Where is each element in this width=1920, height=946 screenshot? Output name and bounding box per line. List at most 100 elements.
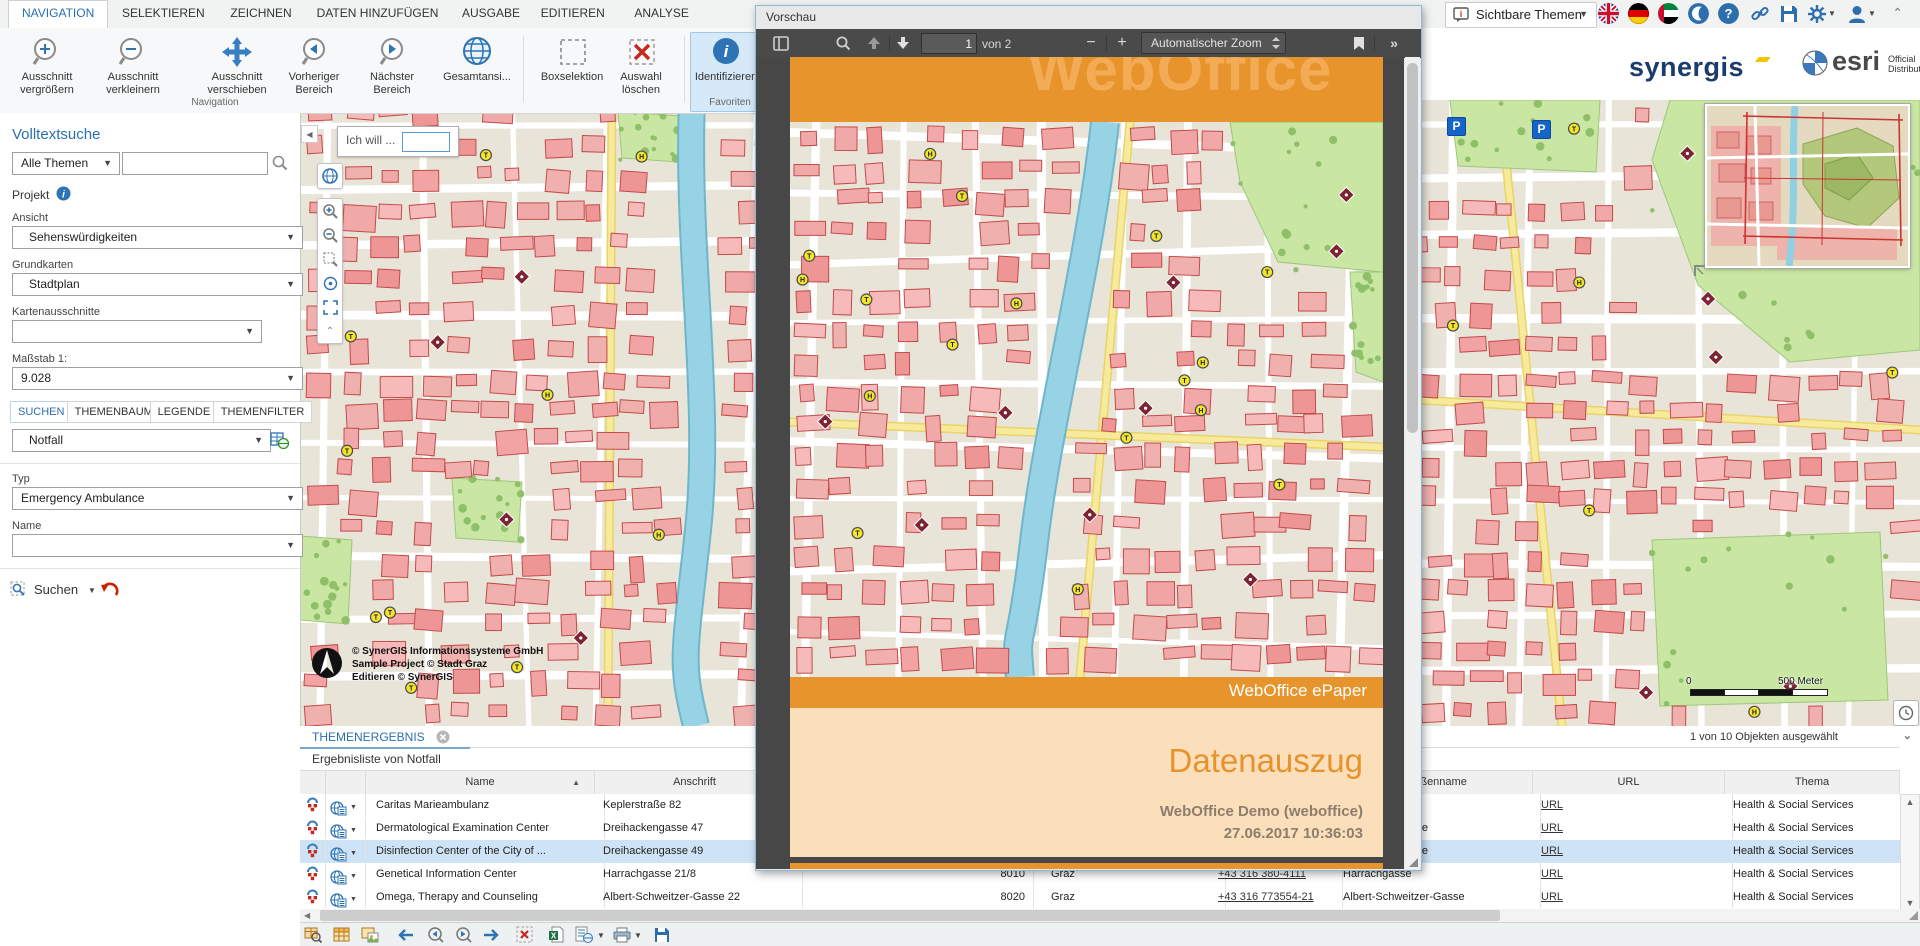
- menu-tab-editieren[interactable]: EDITIEREN: [528, 0, 618, 27]
- cell-iconsi1[interactable]: [300, 817, 326, 839]
- vorschau-dialog[interactable]: Vorschau von 2 − + Automatischer Zoom » …: [755, 5, 1422, 871]
- crescent-icon[interactable]: [1688, 3, 1709, 24]
- table-image-button[interactable]: [360, 925, 380, 944]
- flag-uk-icon[interactable]: [1598, 3, 1619, 24]
- menu-tab-navigation[interactable]: NAVIGATION: [8, 0, 108, 28]
- results-tab[interactable]: THEMENERGEBNIS: [312, 730, 450, 744]
- page-up-button[interactable]: [863, 32, 885, 54]
- name-dropdown[interactable]: ▼: [12, 534, 303, 557]
- results-vscrollbar[interactable]: ▲ ▼: [1900, 794, 1920, 911]
- report-caret-icon[interactable]: ▼: [597, 931, 605, 940]
- zoom-out-button[interactable]: −: [1081, 32, 1101, 54]
- map-center-button[interactable]: [318, 271, 342, 295]
- typ-dropdown[interactable]: Emergency Ambulance▼: [12, 487, 303, 510]
- category-dropdown[interactable]: Notfall▼: [12, 429, 271, 452]
- cell-iconsi2[interactable]: ▼: [326, 886, 366, 908]
- flag-uae-icon[interactable]: [1658, 3, 1679, 24]
- menu-tab-selektieren[interactable]: SELEKTIEREN: [109, 0, 218, 27]
- cell-iconsi1[interactable]: [300, 886, 326, 908]
- flag-germany-icon[interactable]: [1628, 3, 1649, 24]
- column-header-thema[interactable]: Thema: [1725, 770, 1900, 795]
- parking-marker[interactable]: P: [1532, 120, 1551, 139]
- hscroll-thumb[interactable]: [320, 910, 1500, 921]
- kartenausschnitte-dropdown[interactable]: ▼: [12, 320, 262, 343]
- status-chevron-down-icon[interactable]: ⌄: [1903, 729, 1912, 742]
- next-extent-button[interactable]: NächsterBereich: [347, 32, 437, 112]
- cell-iconsi1[interactable]: [300, 840, 326, 862]
- save-icon[interactable]: [1779, 4, 1799, 24]
- pdf-search-button[interactable]: [832, 32, 854, 54]
- map-zoom-box-button[interactable]: [318, 247, 342, 271]
- page-down-button[interactable]: [892, 32, 914, 54]
- user-icon[interactable]: [1847, 4, 1867, 24]
- full-extent-button[interactable]: Gesamtansi...: [432, 32, 522, 112]
- table-row[interactable]: ▼Omega, Therapy and CounselingAlbert-Sch…: [300, 886, 1900, 910]
- dialog-resize-grip[interactable]: [1409, 858, 1418, 867]
- bookmark-button[interactable]: [1349, 32, 1369, 54]
- table-button[interactable]: [331, 925, 351, 944]
- column-header-iconsi2[interactable]: [326, 770, 366, 795]
- row-actions-caret-icon[interactable]: ▼: [350, 889, 357, 908]
- row-actions-caret-icon[interactable]: ▼: [350, 820, 357, 839]
- first-record-button[interactable]: [395, 925, 415, 944]
- row-actions-caret-icon[interactable]: ▼: [350, 866, 357, 885]
- ich-will-box[interactable]: Ich will ...: [337, 126, 459, 157]
- table-zoom-button[interactable]: [303, 925, 323, 944]
- menu-tab-zeichnen[interactable]: ZEICHNEN: [217, 0, 304, 27]
- ich-will-input[interactable]: [402, 132, 450, 152]
- link-icon[interactable]: [1750, 4, 1770, 24]
- map-tools-collapse-button[interactable]: ⌃: [318, 319, 342, 343]
- grundkarten-dropdown[interactable]: Stadtplan▼: [12, 273, 303, 296]
- close-icon[interactable]: [436, 730, 450, 744]
- info-icon[interactable]: i: [56, 186, 71, 201]
- history-clock-button[interactable]: [1893, 700, 1919, 726]
- toolbar-more-button[interactable]: »: [1382, 32, 1406, 54]
- zoom-in-button[interactable]: Ausschnittvergrößern: [2, 32, 92, 112]
- zoom-next-button[interactable]: [453, 925, 473, 944]
- sidebar-toggle-button[interactable]: [770, 32, 792, 54]
- gear-icon[interactable]: [1807, 4, 1827, 24]
- collapse-chevron-icon[interactable]: ⌃: [1893, 6, 1902, 19]
- visible-themes-dropdown[interactable]: i Sichtbare Themen ▼: [1445, 2, 1597, 28]
- map-full-extent-button[interactable]: [318, 295, 342, 319]
- cell-iconsi1[interactable]: [300, 863, 326, 885]
- parking-marker[interactable]: P: [1447, 117, 1466, 136]
- zoom-previous-button[interactable]: [425, 925, 445, 944]
- sidebar-tab-legende[interactable]: LEGENDE: [150, 401, 219, 423]
- scroll-down-icon[interactable]: ▼: [1901, 898, 1919, 908]
- fulltext-search-input[interactable]: [122, 152, 268, 175]
- menu-tab-analyse[interactable]: ANALYSE: [621, 0, 701, 27]
- cell-url[interactable]: URL: [1533, 863, 1733, 885]
- cell-iconsi2[interactable]: ▼: [326, 863, 366, 885]
- cell-url[interactable]: URL: [1533, 817, 1733, 839]
- map-zoom-out-button[interactable]: [318, 223, 342, 247]
- cell-url[interactable]: URL: [1533, 886, 1733, 908]
- pdf-scrollbar[interactable]: [1405, 57, 1420, 869]
- zoom-select[interactable]: Automatischer Zoom: [1141, 32, 1286, 54]
- save-result-button[interactable]: [652, 925, 672, 944]
- map-zoom-toolbar[interactable]: ⌃: [317, 198, 343, 344]
- gear-caret-icon[interactable]: ▼: [1828, 9, 1836, 18]
- zoom-in-button[interactable]: +: [1112, 32, 1132, 54]
- cell-url[interactable]: URL: [1533, 840, 1733, 862]
- cell-url[interactable]: URL: [1533, 794, 1733, 816]
- scroll-left-icon[interactable]: ◀: [304, 911, 310, 920]
- scroll-up-icon[interactable]: ▲: [1901, 797, 1919, 807]
- sidebar-tab-themenfilter[interactable]: THEMENFILTER: [213, 401, 313, 423]
- row-actions-caret-icon[interactable]: ▼: [350, 797, 357, 816]
- pdf-viewer[interactable]: WebOffice HHTTHHTTTTTTHHTTH WebOffice eP…: [756, 57, 1404, 869]
- cell-telefon[interactable]: +43 316 773554-21: [1210, 886, 1343, 908]
- clear-result-button[interactable]: [514, 925, 534, 944]
- cell-iconsi2[interactable]: ▼: [326, 794, 366, 816]
- menu-tab-ausgabe[interactable]: AUSGABE: [449, 0, 533, 27]
- reset-undo-icon[interactable]: [100, 581, 120, 599]
- clear-selection-button[interactable]: Auswahllöschen: [596, 32, 686, 112]
- user-caret-icon[interactable]: ▼: [1868, 9, 1876, 18]
- print-button[interactable]: [612, 925, 632, 944]
- cell-iconsi1[interactable]: [300, 794, 326, 816]
- pdf-scroll-thumb[interactable]: [1407, 63, 1418, 433]
- help-icon[interactable]: ?: [1718, 3, 1739, 24]
- sidebar-tab-suchen[interactable]: SUCHEN: [10, 401, 72, 423]
- overview-map[interactable]: [1705, 104, 1910, 268]
- row-actions-caret-icon[interactable]: ▼: [350, 843, 357, 862]
